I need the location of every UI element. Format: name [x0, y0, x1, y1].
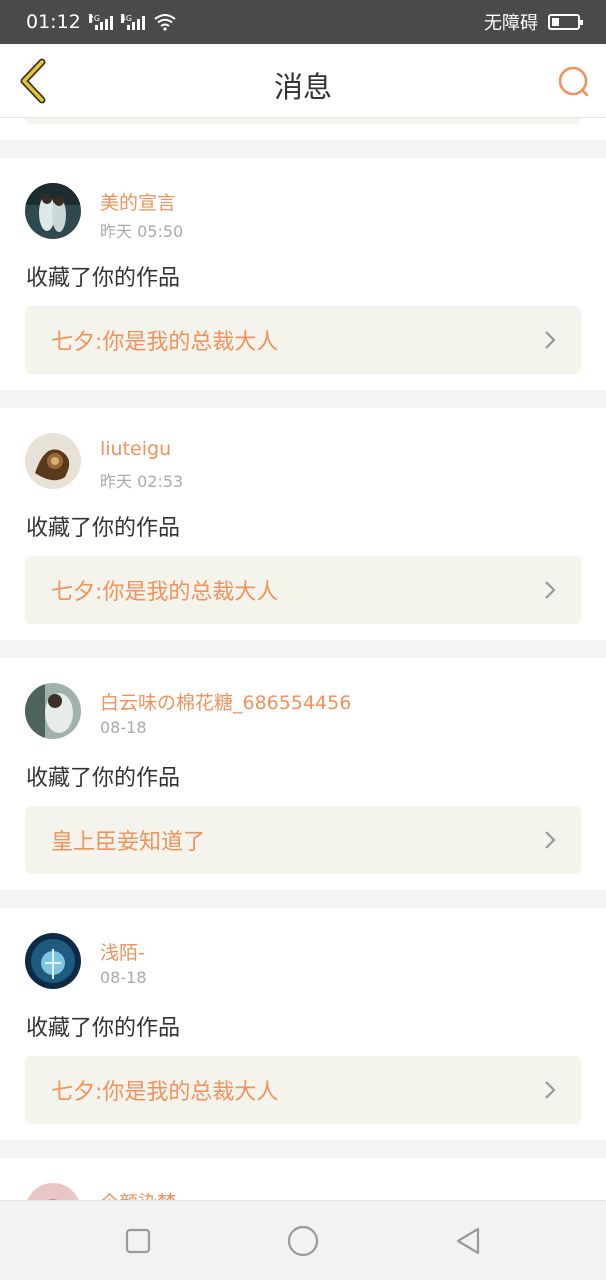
action-text: 收藏了你的作品 — [26, 766, 181, 791]
notification-card[interactable]: 仐颜染梦 — [0, 1158, 606, 1200]
status-bar: 01:12 2G 4G 无障碍 — [0, 0, 606, 44]
chevron-right-icon — [545, 831, 556, 849]
circle-icon[interactable] — [285, 1223, 321, 1259]
cell-signal-2-icon: 4G — [120, 14, 145, 30]
work-title: 七夕:你是我的总裁大人 — [51, 1080, 279, 1105]
wifi-icon — [154, 14, 176, 31]
page-title: 消息 — [273, 70, 332, 104]
notification-card[interactable]: 浅陌- 08-18 收藏了你的作品 七夕:你是我的总裁大人 — [0, 908, 606, 1140]
accessibility-label: 无障碍 — [484, 13, 538, 34]
signal-2-label: 4G — [120, 14, 133, 23]
username[interactable]: 浅陌- — [100, 938, 145, 965]
work-link[interactable]: 七夕:你是我的总裁大人 — [25, 1056, 581, 1124]
status-right: 无障碍 — [484, 9, 583, 35]
square-icon[interactable] — [120, 1223, 156, 1259]
message-feed[interactable]: 美的宣言 昨天 05:50 收藏了你的作品 七夕:你是我的总裁大人 liutei… — [0, 118, 606, 1200]
action-text: 收藏了你的作品 — [26, 516, 181, 541]
avatar[interactable] — [25, 433, 81, 489]
timestamp: 昨天 05:50 — [100, 222, 184, 241]
notification-card[interactable]: liuteigu 昨天 02:53 收藏了你的作品 七夕:你是我的总裁大人 — [0, 408, 606, 640]
avatar[interactable] — [25, 183, 81, 239]
work-link[interactable]: 皇上臣妾知道了 — [25, 806, 581, 874]
system-nav-bar — [0, 1200, 606, 1280]
work-link[interactable]: 七夕:你是我的总裁大人 — [25, 306, 581, 374]
username[interactable]: 仐颜染梦 — [100, 1188, 176, 1200]
previous-card-tail — [0, 118, 606, 140]
username[interactable]: 美的宣言 — [100, 188, 176, 215]
chevron-right-icon — [545, 1081, 556, 1099]
chevron-right-icon — [545, 331, 556, 349]
action-text: 收藏了你的作品 — [26, 1016, 181, 1041]
username[interactable]: 白云味の棉花糖_686554456 — [100, 688, 351, 715]
battery-icon — [548, 14, 583, 30]
avatar[interactable] — [25, 683, 81, 739]
battery-fill — [552, 18, 559, 26]
timestamp: 昨天 02:53 — [100, 472, 184, 491]
work-title: 七夕:你是我的总裁大人 — [51, 330, 279, 355]
username[interactable]: liuteigu — [100, 438, 171, 460]
app-header: 消息 — [0, 44, 606, 118]
timestamp: 08-18 — [100, 968, 147, 987]
notification-card[interactable]: 白云味の棉花糖_686554456 08-18 收藏了你的作品 皇上臣妾知道了 — [0, 658, 606, 890]
search-icon[interactable] — [554, 62, 592, 102]
action-text: 收藏了你的作品 — [26, 266, 181, 291]
triangle-back-icon[interactable] — [450, 1223, 486, 1259]
signal-1-label: 2G — [88, 14, 101, 23]
status-time: 01:12 — [26, 11, 81, 33]
cell-signal-icon: 2G — [88, 14, 113, 30]
work-title: 七夕:你是我的总裁大人 — [51, 580, 279, 605]
work-link[interactable]: 七夕:你是我的总裁大人 — [25, 556, 581, 624]
work-title: 皇上臣妾知道了 — [51, 830, 206, 855]
avatar[interactable] — [25, 933, 81, 989]
avatar[interactable] — [25, 1183, 81, 1200]
chevron-right-icon — [545, 581, 556, 599]
notification-card[interactable]: 美的宣言 昨天 05:50 收藏了你的作品 七夕:你是我的总裁大人 — [0, 158, 606, 390]
status-left: 01:12 2G 4G — [26, 11, 177, 33]
timestamp: 08-18 — [100, 718, 147, 737]
